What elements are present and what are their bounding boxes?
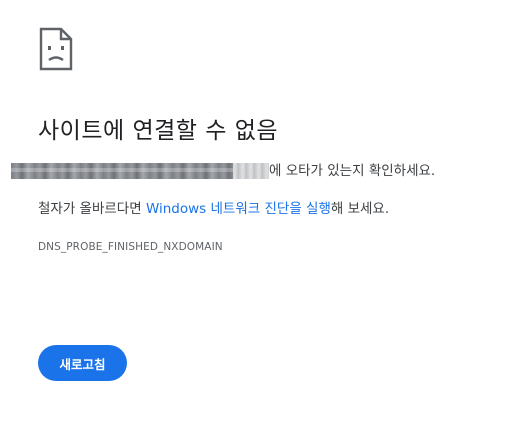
reload-button[interactable]: 새로고침	[38, 345, 127, 381]
diagnostics-prefix: 철자가 올바르다면	[38, 201, 146, 217]
error-page: 사이트에 연결할 수 없음 에 오타가 있는지 확인하세요. 철자가 올바르다면…	[11, 27, 508, 381]
suggestion-typo: 에 오타가 있는지 확인하세요.	[11, 160, 508, 182]
diagnostics-suffix: 해 보세요.	[330, 201, 390, 217]
typo-suggestion-text: 에 오타가 있는지 확인하세요.	[269, 163, 436, 179]
suggestion-diagnostics: 철자가 올바르다면 Windows 네트워크 진단을 실행해 보세요.	[38, 199, 508, 219]
page-title: 사이트에 연결할 수 없음	[38, 118, 279, 144]
run-diagnostics-link[interactable]: Windows 네트워크 진단을 실행	[146, 201, 331, 217]
sad-document-icon	[39, 27, 73, 71]
redacted-url-tail	[231, 163, 269, 179]
redacted-url	[11, 163, 233, 179]
error-code: DNS_PROBE_FINISHED_NXDOMAIN	[38, 241, 223, 253]
